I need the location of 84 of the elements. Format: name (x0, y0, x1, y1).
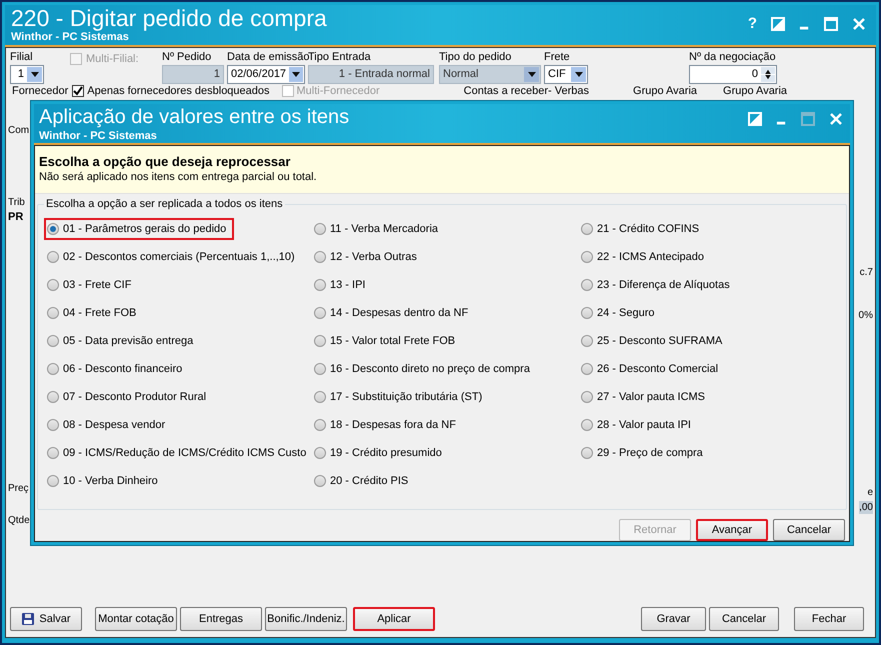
input-field: 1 - Entrada normal (308, 65, 434, 84)
table-cell: c.7 (860, 266, 873, 279)
checkbox[interactable]: Apenas fornecedores desbloqueados (72, 85, 270, 97)
radio-option[interactable]: 24 - Seguro (578, 302, 658, 324)
field-label: PR (8, 211, 24, 224)
spinner-icon[interactable] (761, 67, 775, 82)
field-label: Nº da negociação (689, 50, 776, 64)
dialog-button[interactable]: Cancelar (773, 519, 845, 541)
field-label: Trib (8, 196, 25, 209)
radio-option[interactable]: 20 - Crédito PIS (311, 470, 412, 492)
field-label: Frete (544, 50, 570, 64)
footer-button[interactable]: Gravar (641, 607, 706, 631)
radio-option[interactable]: 14 - Despesas dentro da NF (311, 302, 472, 324)
field-label: Qtde (8, 514, 30, 527)
maximize-icon (801, 112, 815, 126)
radio-option[interactable]: 02 - Descontos comerciais (Percentuais 1,..,10) (44, 246, 298, 268)
field-label: Tipo do pedido (439, 50, 512, 64)
radio-option[interactable]: 15 - Valor total Frete FOB (311, 330, 458, 352)
dialog-button: Retornar (619, 519, 691, 541)
dialog-button[interactable]: Avançar (696, 519, 768, 541)
footer-button[interactable]: Aplicar (353, 607, 435, 631)
dropdown[interactable]: 1 (10, 65, 44, 84)
radio-option[interactable]: 23 - Diferença de Alíquotas (578, 274, 733, 296)
window-subtitle: Winthor - PC Sistemas (11, 31, 130, 44)
window-title: 220 - Digitar pedido de compra (11, 5, 327, 31)
table-cell: e (867, 486, 873, 499)
input-field: 1 (162, 65, 224, 84)
radio-option[interactable]: 21 - Crédito COFINS (578, 218, 702, 240)
radio-option[interactable]: 04 - Frete FOB (44, 302, 140, 324)
dialog-subtitle: Winthor - PC Sistemas (39, 130, 158, 143)
banner-text: Não será aplicado nos itens com entrega parcial ou total. (39, 170, 318, 184)
radio-option[interactable]: 11 - Verba Mercadoria (311, 218, 442, 240)
field-label: Filial (10, 50, 33, 64)
field-label: Fornecedor (12, 85, 68, 97)
field-label: Grupo Avaria (633, 85, 698, 97)
radio-option[interactable]: 19 - Crédito presumido (311, 442, 445, 464)
dropdown[interactable]: 02/06/2017 (227, 65, 305, 84)
footer-button[interactable]: Entregas (180, 607, 262, 631)
table-cell: ,00 (859, 501, 873, 514)
footer-button[interactable]: Bonific./Indeniz. (265, 607, 347, 631)
checkbox: Multi-Filial: (70, 51, 139, 68)
checkbox: Multi-Fornecedor (282, 85, 380, 97)
field-label: Grupo Avaria (723, 85, 788, 97)
field-label: Data de emissão (227, 50, 310, 64)
radio-option[interactable]: 10 - Verba Dinheiro (44, 470, 161, 492)
table-cell: 0% (858, 309, 873, 322)
dialog-title: Aplicação de valores entre os itens (39, 105, 350, 130)
radio-option[interactable]: 09 - ICMS/Redução de ICMS/Crédito ICMS Custo (44, 442, 310, 464)
close-icon[interactable] (852, 17, 866, 32)
radio-option[interactable]: 03 - Frete CIF (44, 274, 134, 296)
close-icon[interactable] (829, 112, 843, 126)
footer-button[interactable]: Cancelar (709, 607, 779, 631)
field-label: Nº Pedido (162, 50, 212, 64)
banner-heading: Escolha a opção que deseja reprocessar (39, 154, 292, 170)
radio-option[interactable]: 07 - Desconto Produtor Rural (44, 386, 210, 408)
radio-option[interactable]: 12 - Verba Outras (311, 246, 420, 268)
radio-option[interactable]: 27 - Valor pauta ICMS (578, 386, 708, 408)
footer-button[interactable]: Fechar (794, 607, 864, 631)
radio-option[interactable]: 16 - Desconto direto no preço de compra (311, 358, 533, 380)
radio-option[interactable]: 26 - Desconto Comercial (578, 358, 722, 380)
contrast-icon[interactable] (748, 112, 762, 126)
radio-option[interactable]: 01 - Parâmetros gerais do pedido (44, 218, 234, 240)
spin-field[interactable]: 0 (689, 65, 777, 84)
group-label: Escolha a opção a ser replicada a todos os itens (44, 197, 285, 211)
radio-option[interactable]: 05 - Data previsão entrega (44, 330, 196, 352)
radio-option[interactable]: 17 - Substituição tributária (ST) (311, 386, 486, 408)
field-label: Contas a receber- Verbas (464, 85, 590, 97)
maximize-icon[interactable] (824, 17, 838, 32)
radio-option[interactable]: 06 - Desconto financeiro (44, 358, 186, 380)
field-label: Preç (8, 482, 29, 495)
field-label: Tipo Entrada (308, 50, 371, 64)
radio-option[interactable]: 08 - Despesa vendor (44, 414, 168, 436)
radio-option[interactable]: 22 - ICMS Antecipado (578, 246, 708, 268)
radio-option[interactable]: 29 - Preço de compra (578, 442, 706, 464)
radio-option[interactable]: 13 - IPI (311, 274, 368, 296)
radio-option[interactable]: 18 - Despesas fora da NF (311, 414, 459, 436)
checkmark-icon (73, 86, 84, 96)
dropdown[interactable]: CIF (544, 65, 588, 84)
radio-option[interactable]: 25 - Desconto SUFRAMA (578, 330, 726, 352)
radio-option[interactable]: 28 - Valor pauta IPI (578, 414, 694, 436)
field-label: Com (8, 124, 30, 137)
contrast-icon[interactable] (771, 17, 785, 32)
footer-button[interactable]: Montar cotação (95, 607, 177, 631)
footer-button[interactable]: Salvar (10, 607, 82, 631)
